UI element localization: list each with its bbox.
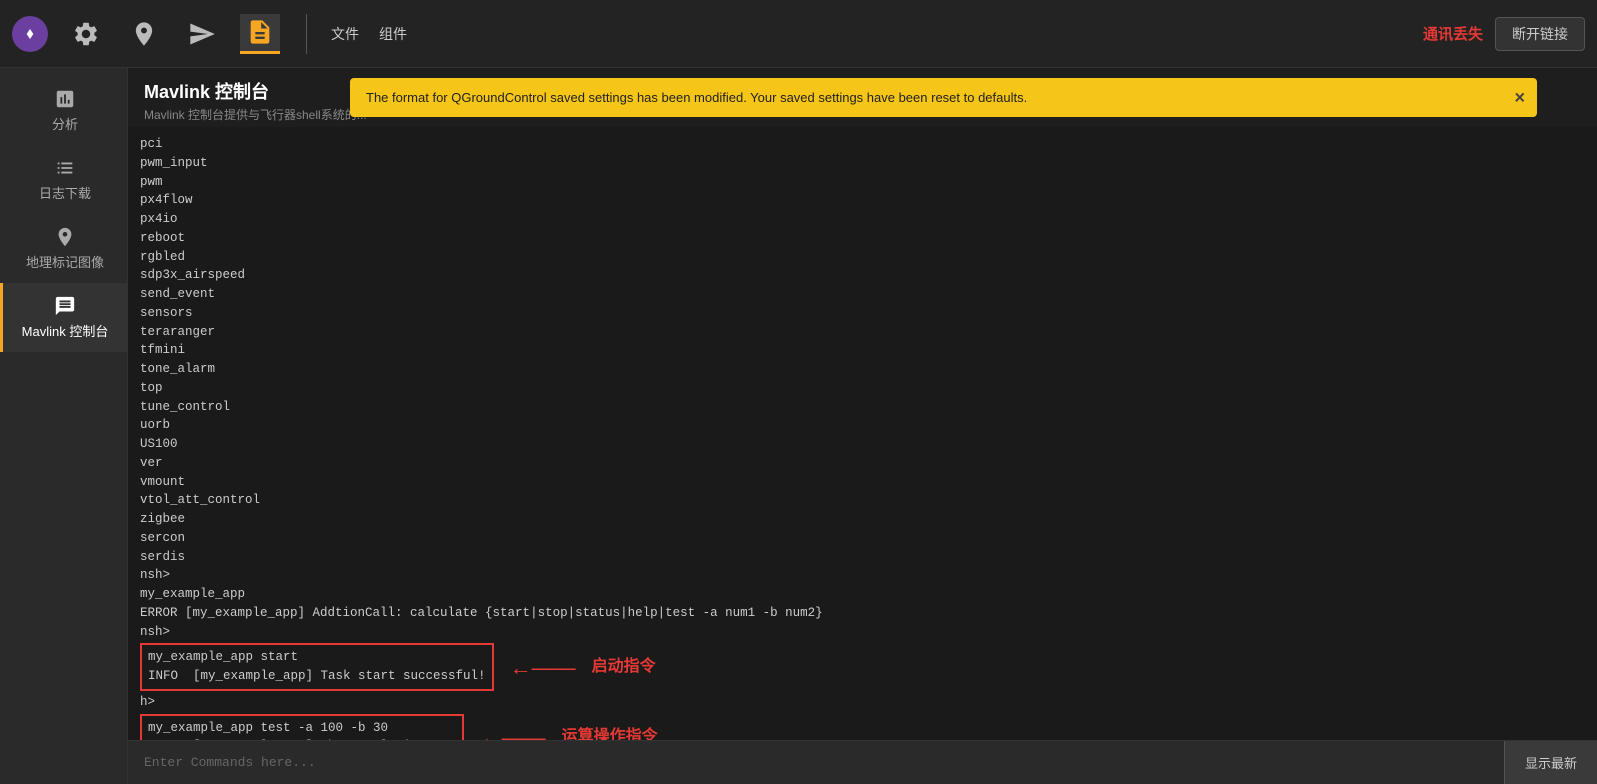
console-line: US100	[140, 435, 1585, 454]
console-line: top	[140, 379, 1585, 398]
console-line: ERROR [my_example_app] AddtionCall: calc…	[140, 604, 1585, 623]
console-line: teraranger	[140, 323, 1585, 342]
block1-line1: my_example_app start	[148, 648, 486, 667]
sidebar: 分析 日志下载 地理标记图像 Mavlink 控制台	[0, 68, 128, 784]
sidebar-item-analysis[interactable]: 分析	[0, 76, 127, 145]
command-bar: 显示最新	[128, 740, 1597, 784]
sidebar-item-mavlink[interactable]: Mavlink 控制台	[0, 283, 127, 352]
content-area: Mavlink 控制台 Mavlink 控制台提供与飞行器shell系统的...…	[128, 68, 1597, 784]
logo[interactable]	[12, 16, 48, 52]
connection-lost-text: 通讯丢失	[1423, 23, 1483, 44]
console-line: ver	[140, 454, 1585, 473]
command-input[interactable]	[128, 755, 1504, 770]
console-line: tfmini	[140, 341, 1585, 360]
notification-banner: The format for QGroundControl saved sett…	[350, 78, 1537, 117]
toolbar: 文件 组件 通讯丢失 断开链接	[0, 0, 1597, 68]
console-line: uorb	[140, 416, 1585, 435]
console-line: reboot	[140, 229, 1585, 248]
console-line: my_example_app	[140, 585, 1585, 604]
arrow-1: ←——	[510, 651, 576, 684]
console-line: serdis	[140, 548, 1585, 567]
notification-close-button[interactable]: ×	[1514, 87, 1525, 108]
send-latest-button[interactable]: 显示最新	[1504, 741, 1597, 784]
highlight-block-2: my_example_app test -a 100 -b 30 INFO [m…	[140, 714, 464, 741]
console-line: vmount	[140, 473, 1585, 492]
sidebar-item-geo[interactable]: 地理标记图像	[0, 214, 127, 283]
console-line: px4flow	[140, 191, 1585, 210]
nav-icon[interactable]	[124, 14, 164, 54]
console-output[interactable]: pci pwm_input pwm px4flow px4io reboot r…	[128, 127, 1597, 740]
sidebar-item-logs[interactable]: 日志下载	[0, 145, 127, 214]
console-line-after1: h>	[140, 693, 1585, 712]
arrow-2: ←——	[480, 721, 546, 740]
sidebar-label-mavlink: Mavlink 控制台	[22, 321, 109, 340]
settings-icon[interactable]	[66, 14, 106, 54]
disconnect-button[interactable]: 断开链接	[1495, 17, 1585, 51]
toolbar-menu: 文件 组件	[323, 20, 415, 48]
menu-components[interactable]: 组件	[371, 20, 415, 48]
highlight-block-1: my_example_app start INFO [my_example_ap…	[140, 643, 494, 691]
annotation-label-2: 运算操作指令	[562, 725, 658, 740]
sidebar-label-geo: 地理标记图像	[26, 252, 104, 271]
console-line: send_event	[140, 285, 1585, 304]
block2-line1: my_example_app test -a 100 -b 30	[148, 719, 456, 738]
console-line: tone_alarm	[140, 360, 1585, 379]
console-line: pwm_input	[140, 154, 1585, 173]
toolbar-icons	[12, 14, 315, 54]
block1-line2: INFO [my_example_app] Task start success…	[148, 667, 486, 686]
console-line: nsh>	[140, 566, 1585, 585]
notification-text: The format for QGroundControl saved sett…	[366, 90, 1027, 105]
console-line: sensors	[140, 304, 1585, 323]
annotation-row-2: my_example_app test -a 100 -b 30 INFO [m…	[140, 714, 1585, 741]
console-line: tune_control	[140, 398, 1585, 417]
main-layout: 分析 日志下载 地理标记图像 Mavlink 控制台 Mavlink 控制台 M…	[0, 68, 1597, 784]
console-line: pci	[140, 135, 1585, 154]
console-line: pwm	[140, 173, 1585, 192]
annotation-label-1: 启动指令	[592, 655, 656, 679]
console-line: zigbee	[140, 510, 1585, 529]
document-icon[interactable]	[240, 14, 280, 54]
send-icon[interactable]	[182, 14, 222, 54]
console-line: rgbled	[140, 248, 1585, 267]
toolbar-right: 通讯丢失 断开链接	[1423, 17, 1585, 51]
sidebar-label-logs: 日志下载	[39, 183, 91, 202]
console-line: vtol_att_control	[140, 491, 1585, 510]
console-line: px4io	[140, 210, 1585, 229]
annotation-row-1: my_example_app start INFO [my_example_ap…	[140, 643, 1585, 691]
menu-file[interactable]: 文件	[323, 20, 367, 48]
toolbar-divider	[306, 14, 307, 54]
console-line: nsh>	[140, 623, 1585, 642]
sidebar-label-analysis: 分析	[52, 114, 78, 133]
console-line: sercon	[140, 529, 1585, 548]
console-line: sdp3x_airspeed	[140, 266, 1585, 285]
